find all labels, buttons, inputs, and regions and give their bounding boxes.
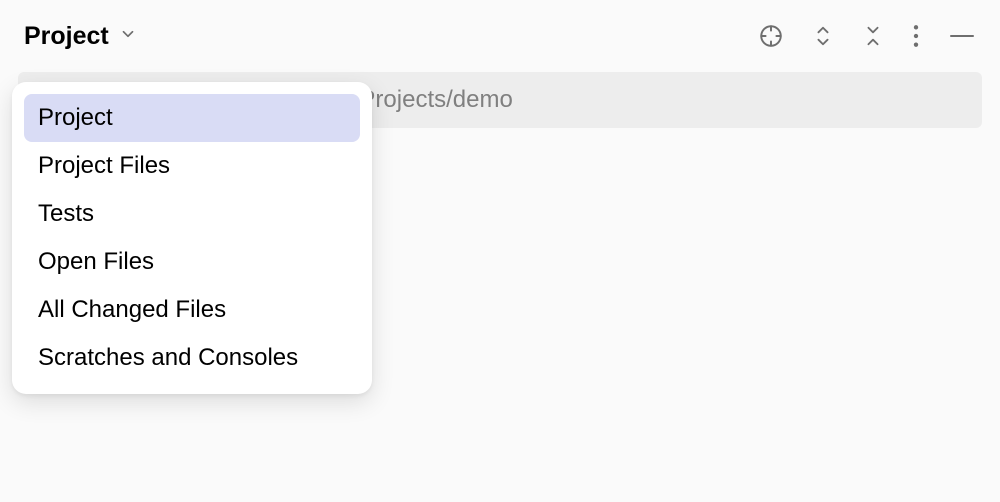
dropdown-item-tests[interactable]: Tests <box>24 190 360 238</box>
toolbar-right-group <box>758 23 976 49</box>
dropdown-item-all-changed-files[interactable]: All Changed Files <box>24 286 360 334</box>
expand-collapse-icon[interactable] <box>812 23 834 49</box>
toolbar-left-group: Project <box>24 22 137 51</box>
dropdown-item-project[interactable]: Project <box>24 94 360 142</box>
view-selector-dropdown[interactable]: Project <box>24 22 137 51</box>
dropdown-item-label: Tests <box>38 200 94 227</box>
select-opened-file-icon[interactable] <box>758 23 784 49</box>
dropdown-item-open-files[interactable]: Open Files <box>24 238 360 286</box>
dropdown-item-project-files[interactable]: Project Files <box>24 142 360 190</box>
more-options-icon[interactable] <box>912 23 920 49</box>
view-selector-label: Project <box>24 22 109 51</box>
hide-panel-icon[interactable] <box>948 23 976 49</box>
dropdown-item-label: All Changed Files <box>38 296 226 323</box>
dropdown-item-scratches-and-consoles[interactable]: Scratches and Consoles <box>24 334 360 382</box>
dropdown-item-label: Scratches and Consoles <box>38 344 298 371</box>
dropdown-item-label: Project Files <box>38 152 170 179</box>
dropdown-item-label: Open Files <box>38 248 154 275</box>
collapse-all-icon[interactable] <box>862 23 884 49</box>
dropdown-item-label: Project <box>38 104 113 131</box>
chevron-down-icon <box>119 25 137 48</box>
view-selector-menu: Project Project Files Tests Open Files A… <box>12 82 372 394</box>
project-tool-window-toolbar: Project <box>0 0 1000 72</box>
